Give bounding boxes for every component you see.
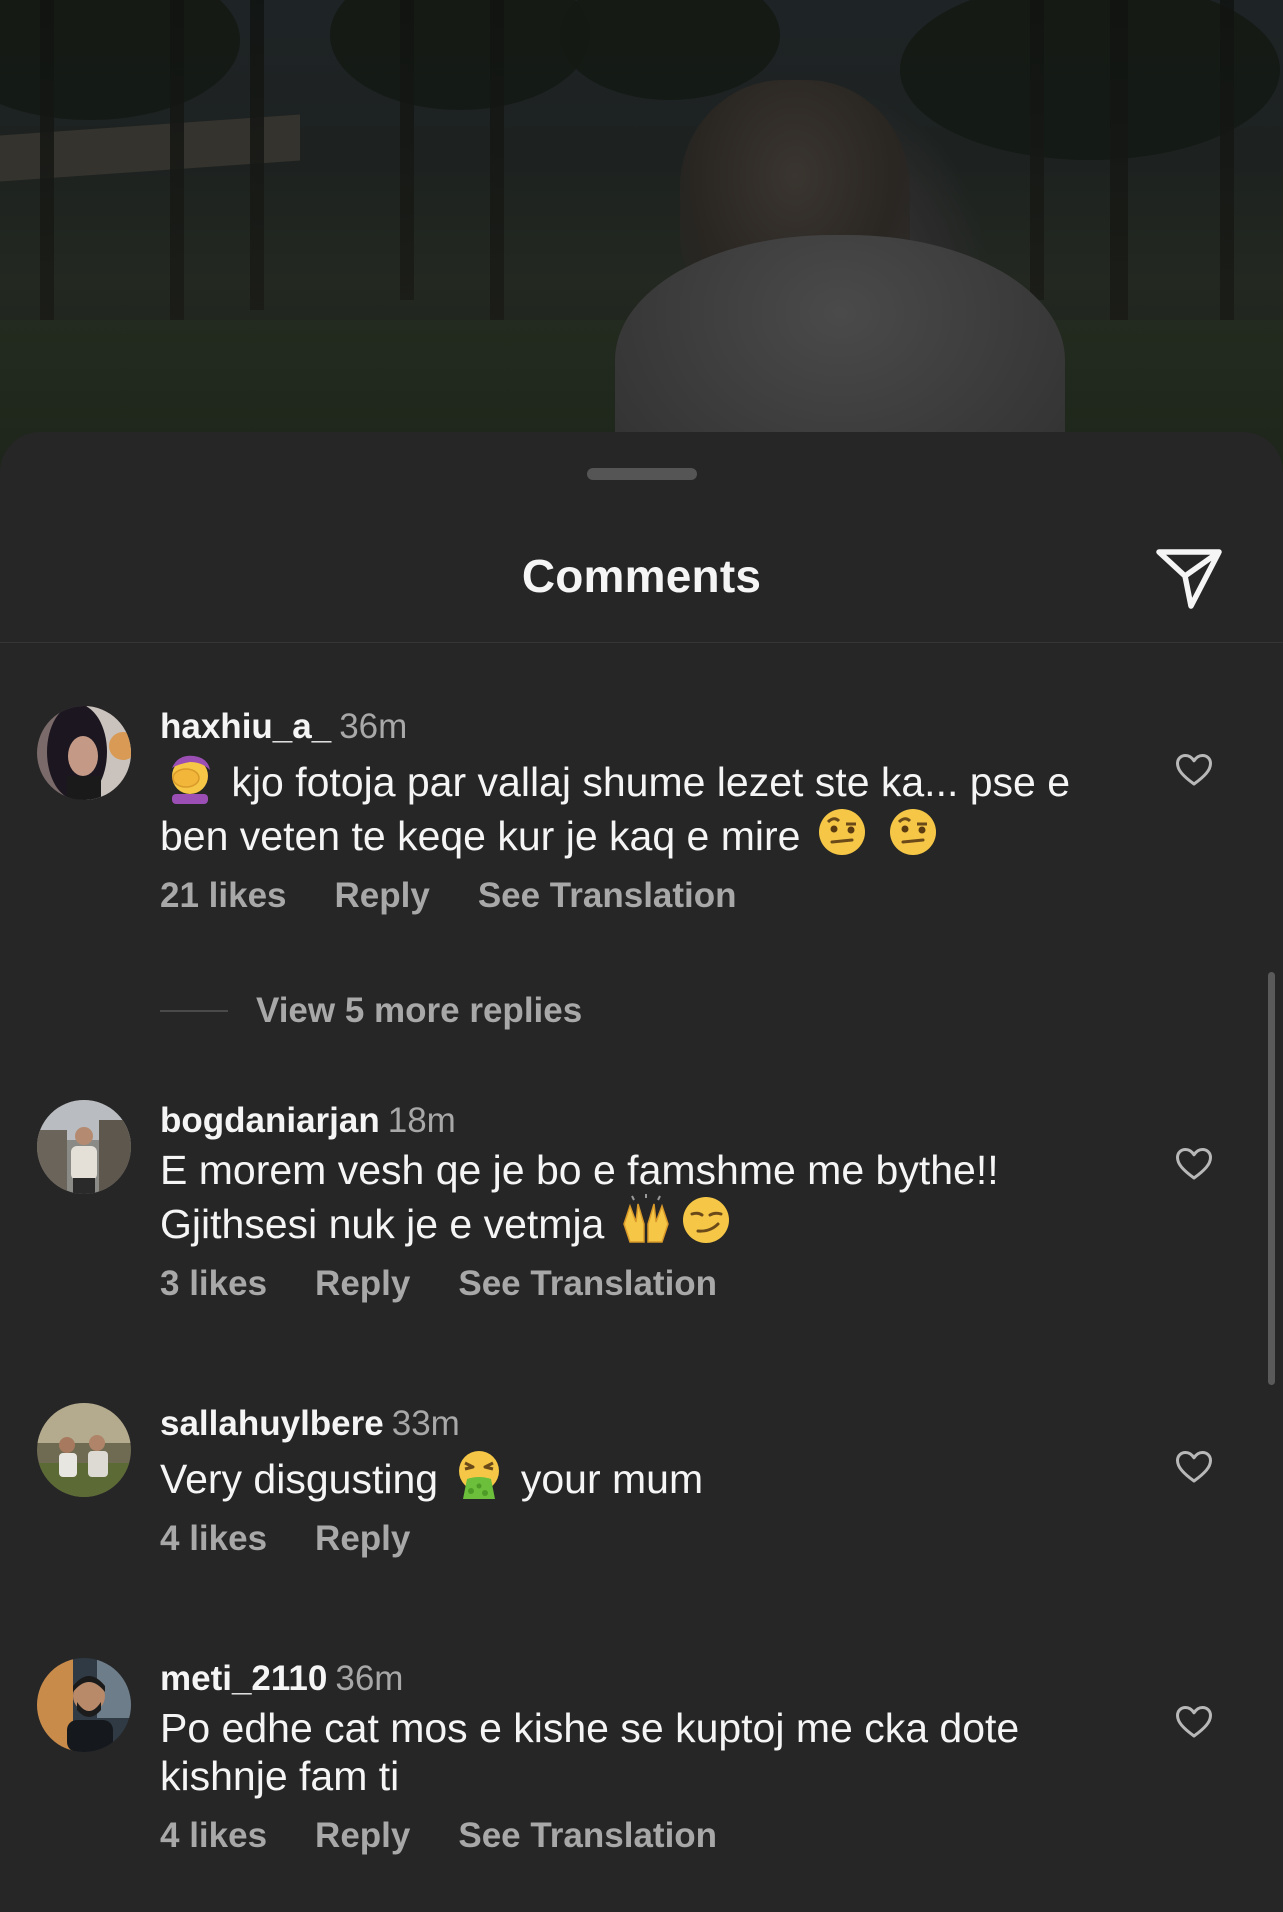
replies-divider-line [160, 1010, 228, 1012]
comment-text: Po edhe cat mos e kishe se kuptoj me cka… [160, 1705, 1020, 1799]
like-button[interactable] [1168, 744, 1220, 796]
like-button[interactable] [1168, 1441, 1220, 1493]
raising-hands-emoji-icon [622, 1194, 669, 1243]
reply-button[interactable]: Reply [315, 1264, 410, 1303]
header-divider [0, 642, 1283, 643]
comment-username[interactable]: sallahuylbere [160, 1404, 384, 1443]
face-with-raised-eyebrow-emoji-icon [818, 809, 865, 855]
face-with-raised-eyebrow-emoji-icon [890, 809, 937, 855]
comment-timestamp: 36m [339, 707, 408, 746]
see-translation-button[interactable]: See Translation [478, 876, 737, 915]
comment-likes[interactable]: 4 likes [160, 1816, 267, 1855]
see-translation-button[interactable]: See Translation [458, 1264, 717, 1303]
vomiting-face-emoji-icon [459, 1451, 500, 1499]
comment-timestamp: 36m [335, 1659, 404, 1698]
comment-username[interactable]: meti_2110 [160, 1659, 327, 1698]
post-background-photo [0, 0, 1283, 470]
heart-outline-icon [1176, 1451, 1212, 1483]
comment-text: kjo fotoja par vallaj shume lezet ste ka… [160, 752, 1130, 860]
comment-likes[interactable]: 3 likes [160, 1264, 267, 1303]
view-more-replies-button[interactable]: View 5 more replies [160, 990, 582, 1032]
reply-button[interactable]: Reply [315, 1816, 410, 1855]
scrollbar[interactable] [1268, 972, 1275, 1385]
share-button[interactable] [1153, 542, 1225, 614]
sheet-drag-handle[interactable] [587, 468, 697, 480]
avatar[interactable] [37, 1403, 131, 1497]
like-button[interactable] [1168, 1696, 1220, 1748]
comment-timestamp: 18m [387, 1101, 456, 1140]
comment-text: Very disgusting your mum [160, 1449, 1130, 1503]
heart-outline-icon [1176, 1148, 1212, 1180]
reply-button[interactable]: Reply [315, 1519, 410, 1558]
avatar[interactable] [37, 1658, 131, 1752]
send-paper-plane-icon [1156, 549, 1222, 609]
comment-likes[interactable]: 4 likes [160, 1519, 267, 1558]
comment-username[interactable]: haxhiu_a_ [160, 707, 331, 746]
see-translation-button[interactable]: See Translation [458, 1816, 717, 1855]
comment-likes[interactable]: 21 likes [160, 876, 287, 915]
comment-username[interactable]: bogdaniarjan [160, 1101, 380, 1140]
comment-text: E morem vesh qe je bo e famshme me bythe… [160, 1147, 999, 1247]
sheet-title: Comments [521, 550, 762, 602]
heart-outline-icon [1176, 754, 1212, 786]
avatar[interactable] [37, 1100, 131, 1194]
heart-outline-icon [1176, 1706, 1212, 1738]
smirking-face-emoji-icon [682, 1197, 729, 1243]
like-button[interactable] [1168, 1138, 1220, 1190]
avatar[interactable] [37, 706, 131, 800]
face-with-hand-over-eyes-emoji-icon [172, 755, 210, 804]
reply-button[interactable]: Reply [335, 876, 430, 915]
comment-timestamp: 33m [391, 1404, 460, 1443]
view-more-replies-label: View 5 more replies [256, 991, 583, 1030]
